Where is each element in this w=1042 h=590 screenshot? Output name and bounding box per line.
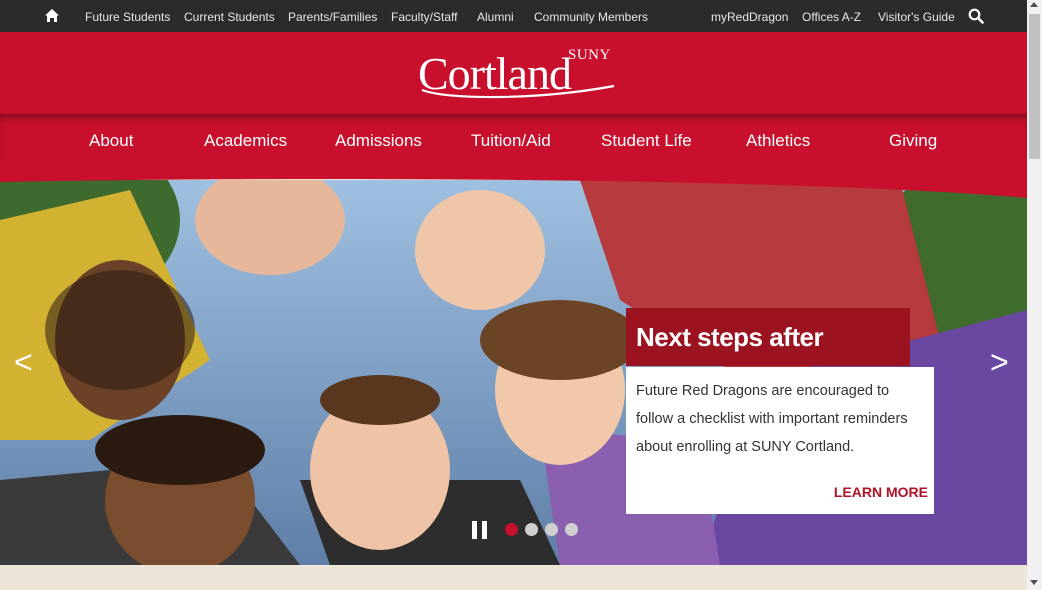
learn-more-link[interactable]: LEARN MORE [834,484,928,500]
suny-cortland-logo[interactable]: SUNY Cortland [418,44,618,100]
home-icon[interactable] [44,8,60,23]
nav-tuition-aid[interactable]: Tuition/Aid [471,131,551,151]
link-parents-families[interactable]: Parents/Families [288,10,377,24]
link-community-members[interactable]: Community Members [534,10,648,24]
slide-dot-1[interactable] [505,523,518,536]
prev-slide-arrow[interactable]: < [14,344,33,381]
slide-dot-4[interactable] [565,523,578,536]
link-future-students[interactable]: Future Students [85,10,170,24]
page-scrollbar[interactable] [1027,0,1042,590]
search-icon[interactable] [968,8,984,24]
nav-student-life[interactable]: Student Life [601,131,692,151]
nav-athletics[interactable]: Athletics [746,131,810,151]
slide-dot-3[interactable] [545,523,558,536]
link-offices-a-z[interactable]: Offices A-Z [802,10,861,24]
next-slide-arrow[interactable]: > [990,344,1009,381]
link-faculty-staff[interactable]: Faculty/Staff [391,10,457,24]
link-alumni[interactable]: Alumni [477,10,514,24]
scroll-thumb[interactable] [1029,14,1040,159]
logo-cortland-text: Cortland [418,48,572,99]
pause-icon[interactable] [472,521,488,539]
logo-suny-text: SUNY [568,47,611,63]
utility-bar: Future Students Current Students Parents… [0,0,1027,32]
link-visitors-guide[interactable]: Visitor's Guide [878,10,955,24]
nav-giving[interactable]: Giving [889,131,937,151]
nav-admissions[interactable]: Admissions [335,131,422,151]
slide-caption-card: Future Red Dragons are encouraged to fol… [626,367,934,514]
slide-caption-title: Next steps after acceptance [626,308,910,410]
slide-caption-text: Future Red Dragons are encouraged to fol… [636,383,908,455]
scroll-up-icon[interactable] [1030,2,1038,7]
slide-dot-2[interactable] [525,523,538,536]
nav-about[interactable]: About [89,131,133,151]
nav-academics[interactable]: Academics [204,131,287,151]
scroll-down-icon[interactable] [1030,580,1038,585]
link-current-students[interactable]: Current Students [184,10,275,24]
link-myreddragon[interactable]: myRedDragon [711,10,788,24]
nav-curve [0,160,1027,198]
